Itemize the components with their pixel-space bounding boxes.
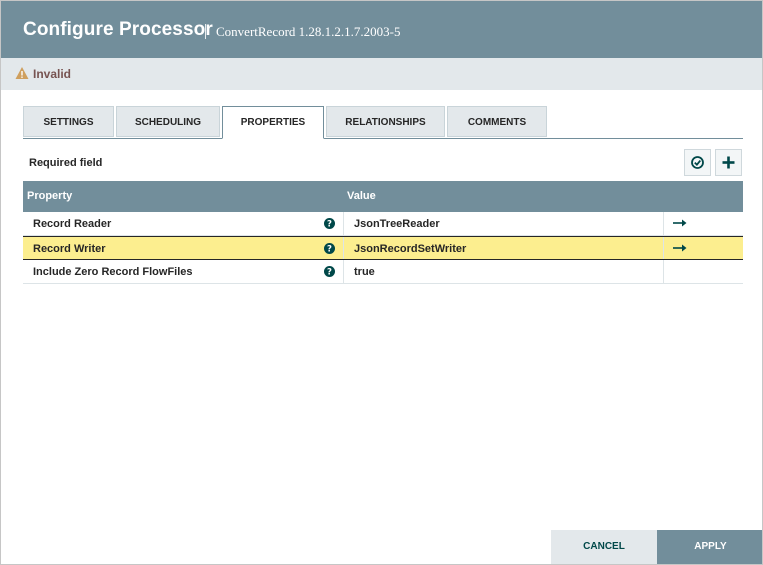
question-circle-icon[interactable]: ? [324, 218, 335, 229]
warning-icon [15, 67, 29, 79]
configure-processor-dialog: Configure Processor ConvertRecord 1.28.1… [0, 0, 763, 565]
add-property-button[interactable] [715, 149, 742, 176]
table-header: Property Value [23, 181, 743, 212]
dialog-header: Configure Processor ConvertRecord 1.28.1… [1, 1, 762, 58]
column-header-value: Value [347, 190, 376, 202]
tab-underline [23, 138, 743, 139]
property-name: Record Reader [33, 218, 112, 230]
svg-text:?: ? [327, 245, 332, 254]
cancel-button[interactable]: CANCEL [551, 530, 657, 564]
question-circle-icon[interactable]: ? [324, 243, 335, 254]
validation-status-bar [1, 58, 762, 90]
tab-properties[interactable]: PROPERTIES [222, 106, 324, 139]
column-divider [663, 260, 664, 283]
tab-scheduling[interactable]: SCHEDULING [116, 106, 220, 137]
apply-button[interactable]: APPLY [657, 530, 762, 564]
column-header-property: Property [27, 190, 73, 202]
required-field-label: Required field [29, 157, 103, 169]
property-value[interactable]: JsonTreeReader [354, 218, 440, 230]
processor-type-subtitle: ConvertRecord 1.28.1.2.1.7.2003-5 [216, 24, 401, 39]
validation-status-text: Invalid [33, 67, 72, 81]
arrow-right-icon[interactable] [673, 244, 687, 252]
column-divider [663, 237, 664, 259]
dialog-title: Configure Processor [23, 19, 213, 40]
svg-text:?: ? [327, 220, 332, 229]
property-name: Include Zero Record FlowFiles [33, 266, 193, 278]
tab-settings[interactable]: SETTINGS [23, 106, 114, 137]
question-circle-icon[interactable]: ? [324, 266, 335, 277]
tab-comments[interactable]: COMMENTS [447, 106, 547, 137]
properties-table: Property Value Record Reader ? JsonTreeR… [23, 181, 743, 284]
verify-properties-button[interactable] [684, 149, 711, 176]
tab-relationships[interactable]: RELATIONSHIPS [326, 106, 445, 137]
tab-bar: SETTINGS SCHEDULING PROPERTIES RELATIONS… [23, 106, 743, 139]
table-row-selected[interactable]: Record Writer ? JsonRecordSetWriter [23, 236, 743, 260]
property-value[interactable]: JsonRecordSetWriter [354, 243, 466, 255]
column-divider [343, 237, 344, 259]
table-row[interactable]: Record Reader ? JsonTreeReader [23, 212, 743, 236]
check-circle-icon [691, 156, 704, 169]
property-name: Record Writer [33, 243, 106, 255]
table-row[interactable]: Include Zero Record FlowFiles ? true [23, 260, 743, 284]
property-value[interactable]: true [354, 266, 375, 278]
title-separator [205, 24, 206, 39]
column-divider [343, 260, 344, 283]
column-divider [343, 212, 344, 235]
plus-icon [722, 156, 735, 169]
arrow-right-icon[interactable] [673, 219, 687, 227]
svg-text:?: ? [327, 268, 332, 277]
column-divider [663, 212, 664, 235]
